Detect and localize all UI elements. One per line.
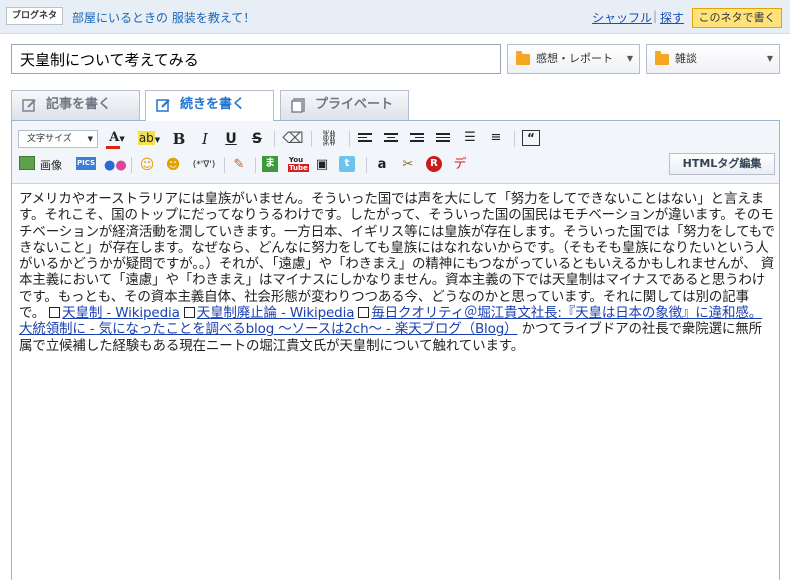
emoticon-icon[interactable]: (*'∇') (188, 156, 220, 174)
pics-icon[interactable]: PICS (76, 157, 96, 170)
body-paragraph: アメリカやオーストラリアには皇族がいません。そういった国では声を大にして「努力を… (19, 191, 775, 322)
toolbar-divider (311, 131, 312, 147)
tab-private[interactable]: プライベート (280, 90, 409, 120)
genre-select[interactable]: 雑談 ▼ (646, 44, 780, 74)
underline-icon[interactable]: U (223, 130, 239, 148)
link-icon[interactable]: ⛓ (317, 129, 341, 147)
private-note-icon (291, 98, 305, 113)
chevron-down-icon: ▼ (87, 135, 93, 143)
bulleted-list-icon[interactable]: ☰ (462, 129, 478, 147)
link-icon (358, 307, 370, 319)
twitter-icon[interactable]: t (339, 156, 355, 172)
align-center-icon[interactable] (384, 133, 398, 144)
tab-label: 記事を書く (46, 97, 112, 112)
chevron-down-icon: ▼ (766, 54, 773, 63)
toolbar-divider (514, 131, 515, 147)
link-icon (183, 307, 195, 319)
link-separator: | (653, 9, 658, 23)
chevron-down-icon: ▼ (626, 54, 633, 63)
theme-select-label: 感想・レポート (536, 52, 613, 65)
toolbar-divider (366, 157, 367, 173)
blog-neta-badge: ブログネタ (6, 7, 64, 25)
search-topic-link[interactable]: 探す (660, 9, 684, 26)
emoji-icon[interactable]: ☺ (138, 156, 156, 174)
link-icon (49, 307, 61, 319)
shuffle-link[interactable]: シャッフル (592, 9, 652, 26)
edit-icon (156, 99, 170, 112)
editor-toolbar: 文字サイズ ▼ A▼ ab▼ B I U S ⌫ ⛓ ☰ ≡ “ 画像 PICS… (12, 121, 779, 184)
clear-format-icon[interactable]: ⌫ (282, 129, 304, 147)
toolbar-divider (255, 157, 256, 173)
edit-icon (22, 99, 36, 112)
numbered-list-icon[interactable]: ≡ (488, 129, 504, 147)
toolbar-divider (274, 131, 275, 147)
tab-label: プライベート (315, 97, 394, 112)
align-right-icon[interactable] (410, 133, 424, 144)
title-input[interactable] (11, 44, 501, 74)
justify-icon[interactable] (436, 133, 450, 144)
theme-select[interactable]: 感想・レポート ▼ (507, 44, 640, 74)
strikethrough-icon[interactable]: S (249, 130, 265, 148)
quote-icon[interactable]: “ (522, 130, 540, 146)
wikipedia-abolition-link[interactable]: 天皇制廃止論 - Wikipedia (197, 305, 355, 321)
scissors-icon[interactable]: ✂ (400, 156, 416, 174)
tab-label: 続きを書く (180, 97, 246, 112)
amazon-icon[interactable]: a (374, 156, 390, 174)
emoji-palette-icon[interactable]: ☻ (162, 156, 184, 174)
font-size-select[interactable]: 文字サイズ ▼ (18, 130, 98, 148)
wikipedia-emperor-link[interactable]: 天皇制 - Wikipedia (62, 305, 180, 321)
text-color-icon[interactable]: A▼ (104, 129, 130, 149)
rakuten-icon[interactable]: R (426, 156, 442, 172)
folder-icon (516, 51, 530, 65)
post-body-editor[interactable]: アメリカやオーストラリアには皇族がいません。そういった国では声を大にして「努力を… (19, 191, 775, 354)
blog-topic-bar: ブログネタ 部屋にいるときの 服装を教えて！ シャッフル | 探す このネタで書… (0, 0, 790, 34)
flickr-icon[interactable]: ●● (104, 157, 127, 175)
background-color-icon[interactable]: ab▼ (134, 129, 164, 147)
matome-icon[interactable]: ま (262, 156, 278, 172)
dejiko-icon[interactable]: デ (452, 156, 468, 174)
brush-icon[interactable]: ✎ (230, 156, 248, 174)
genre-select-label: 雑談 (675, 52, 697, 65)
folder-icon (655, 51, 669, 65)
tab-continue-writing[interactable]: 続きを書く (145, 90, 274, 121)
video-icon[interactable]: ▣ (314, 156, 330, 174)
align-left-icon[interactable] (358, 133, 372, 144)
font-size-label: 文字サイズ (27, 134, 72, 144)
youtube-icon[interactable]: You Tube (288, 156, 309, 172)
editor-frame: 文字サイズ ▼ A▼ ab▼ B I U S ⌫ ⛓ ☰ ≡ “ 画像 PICS… (11, 120, 780, 580)
html-tag-edit-button[interactable]: HTMLタグ編集 (669, 153, 775, 175)
use-topic-button[interactable]: このネタで書く (692, 8, 782, 28)
image-label[interactable]: 画像 (40, 157, 62, 173)
italic-icon[interactable]: I (197, 130, 213, 148)
bold-icon[interactable]: B (171, 130, 187, 148)
toolbar-divider (224, 157, 225, 173)
image-icon[interactable] (19, 156, 35, 170)
toolbar-divider (131, 157, 132, 173)
blog-topic-link[interactable]: 部屋にいるときの 服装を教えて！ (72, 9, 255, 26)
tab-write-article[interactable]: 記事を書く (11, 90, 140, 120)
toolbar-divider (349, 131, 350, 147)
